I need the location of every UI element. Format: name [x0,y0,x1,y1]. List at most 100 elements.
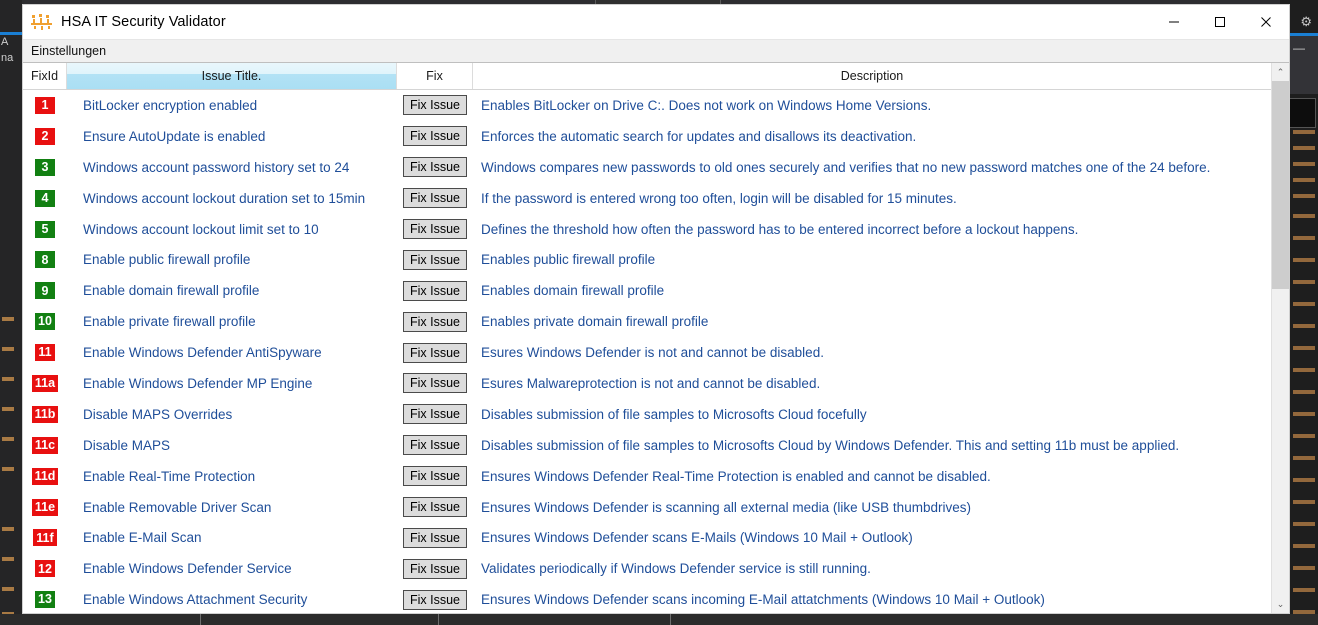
app-window: HSA IT Security Validator Einstellungen … [22,4,1290,614]
fix-issue-button[interactable]: Fix Issue [403,590,467,610]
table-row[interactable]: 11aEnable Windows Defender MP EngineFix … [23,368,1271,399]
cell-description: If the password is entered wrong too oft… [473,183,1271,214]
scrollbar-thumb[interactable] [1272,81,1289,289]
column-header-fixid[interactable]: FixId [23,63,67,89]
fix-issue-button[interactable]: Fix Issue [403,404,467,424]
table-row[interactable]: 11dEnable Real-Time ProtectionFix IssueE… [23,461,1271,492]
column-header-description[interactable]: Description [473,63,1271,89]
cell-issue-title[interactable]: Enable E-Mail Scan [67,522,397,553]
cell-description: Enforces the automatic search for update… [473,121,1271,152]
fix-issue-button[interactable]: Fix Issue [403,126,467,146]
window-title: HSA IT Security Validator [61,14,226,30]
cell-issue-title[interactable]: Enable private firewall profile [67,306,397,337]
cell-issue-title[interactable]: Enable Windows Defender Service [67,553,397,584]
background-right-code-line [1293,522,1315,526]
scroll-up-icon[interactable]: ⌃ [1272,63,1289,81]
background-right-code-line [1293,412,1315,416]
status-badge: 9 [35,282,55,299]
background-taskbar[interactable] [0,614,1318,625]
data-grid: FixId Issue Title. Fix Description 1BitL… [23,63,1271,613]
cell-fix: Fix Issue [397,90,473,121]
table-row[interactable]: 11Enable Windows Defender AntiSpyware Fix… [23,337,1271,368]
cell-fixid: 11 [23,337,67,368]
table-row[interactable]: 11fEnable E-Mail ScanFix IssueEnsures Wi… [23,522,1271,553]
fix-issue-button[interactable]: Fix Issue [403,497,467,517]
table-row[interactable]: 10Enable private firewall profileFix Iss… [23,306,1271,337]
close-button[interactable] [1243,5,1289,39]
status-badge: 11e [32,499,58,516]
table-row[interactable]: 3Windows account password history set to… [23,152,1271,183]
column-header-fix[interactable]: Fix [397,63,473,89]
cell-fix: Fix Issue [397,492,473,523]
window-controls [1151,5,1289,39]
fix-issue-button[interactable]: Fix Issue [403,219,467,239]
cell-issue-title[interactable]: Disable MAPS Overrides [67,399,397,430]
status-badge: 11f [33,529,56,546]
background-right-code-line [1293,434,1315,438]
cell-issue-title[interactable]: Windows account lockout duration set to … [67,183,397,214]
table-row[interactable]: 1BitLocker encryption enabledFix IssueEn… [23,90,1271,121]
background-right-code-line [1293,146,1315,150]
fix-issue-button[interactable]: Fix Issue [403,435,467,455]
cell-issue-title[interactable]: Disable MAPS [67,430,397,461]
background-right-code-line [1293,346,1315,350]
table-row[interactable]: 12Enable Windows Defender ServiceFix Iss… [23,553,1271,584]
fix-issue-button[interactable]: Fix Issue [403,343,467,363]
background-left-code-line [2,587,14,591]
cell-description: Enables private domain firewall profile [473,306,1271,337]
background-right-code-line [1293,456,1315,460]
fix-issue-button[interactable]: Fix Issue [403,466,467,486]
fix-issue-button[interactable]: Fix Issue [403,188,467,208]
title-bar[interactable]: HSA IT Security Validator [23,5,1289,39]
cell-issue-title[interactable]: Enable Windows Defender AntiSpyware [67,337,397,368]
cell-issue-title[interactable]: Enable public firewall profile [67,244,397,275]
table-row[interactable]: 11cDisable MAPSFix IssueDisables submiss… [23,430,1271,461]
table-row[interactable]: 11bDisable MAPS OverridesFix IssueDisabl… [23,399,1271,430]
cell-issue-title[interactable]: Enable Removable Driver Scan [67,492,397,523]
scroll-down-icon[interactable]: ⌄ [1272,595,1289,613]
table-row[interactable]: 8Enable public firewall profileFix Issue… [23,244,1271,275]
table-row[interactable]: 2Ensure AutoUpdate is enabledFix IssueEn… [23,121,1271,152]
cell-description: Enables domain firewall profile [473,275,1271,306]
fix-issue-button[interactable]: Fix Issue [403,157,467,177]
status-badge: 13 [35,591,55,608]
status-badge: 5 [35,221,55,238]
fix-issue-button[interactable]: Fix Issue [403,250,467,270]
cell-fix: Fix Issue [397,584,473,613]
cell-issue-title[interactable]: Ensure AutoUpdate is enabled [67,121,397,152]
background-right-code-line [1293,500,1315,504]
gear-icon[interactable]: ⚙ [1300,14,1312,30]
plus-icon[interactable]: — [1293,41,1305,55]
cell-issue-title[interactable]: Windows account lockout limit set to 10 [67,214,397,245]
cell-issue-title[interactable]: BitLocker encryption enabled [67,90,397,121]
cell-issue-title[interactable]: Enable Windows Attachment Security [67,584,397,613]
cell-fixid: 4 [23,183,67,214]
fix-issue-button[interactable]: Fix Issue [403,95,467,115]
cell-issue-title[interactable]: Enable Real-Time Protection [67,461,397,492]
table-row[interactable]: 5 Windows account lockout limit set to 10… [23,214,1271,245]
maximize-button[interactable] [1197,5,1243,39]
table-row[interactable]: 9 Enable domain firewall profile Fix Issue… [23,275,1271,306]
minimize-button[interactable] [1151,5,1197,39]
cell-issue-title[interactable]: Enable Windows Defender MP Engine [67,368,397,399]
fix-issue-button[interactable]: Fix Issue [403,312,467,332]
table-row[interactable]: 4 Windows account lockout duration set to… [23,183,1271,214]
background-window-left[interactable]: A na [0,0,22,625]
menu-item-einstellungen[interactable]: Einstellungen [25,41,112,61]
scrollbar-track[interactable] [1272,81,1289,595]
fix-issue-button[interactable]: Fix Issue [403,373,467,393]
column-header-issue-title[interactable]: Issue Title. [67,63,397,89]
cell-issue-title[interactable]: Enable domain firewall profile [67,275,397,306]
background-right-code-line [1293,258,1315,262]
cell-fix: Fix Issue [397,522,473,553]
table-row[interactable]: 13 Enable Windows Attachment Security Fix … [23,584,1271,613]
cell-description: Disables submission of file samples to M… [473,399,1271,430]
cell-issue-title[interactable]: Windows account password history set to … [67,152,397,183]
fix-issue-button[interactable]: Fix Issue [403,559,467,579]
status-badge: 4 [35,190,55,207]
cell-fix: Fix Issue [397,553,473,584]
fix-issue-button[interactable]: Fix Issue [403,528,467,548]
vertical-scrollbar[interactable]: ⌃ ⌄ [1271,63,1289,613]
table-row[interactable]: 11e Enable Removable Driver Scan Fix Issue… [23,492,1271,523]
fix-issue-button[interactable]: Fix Issue [403,281,467,301]
